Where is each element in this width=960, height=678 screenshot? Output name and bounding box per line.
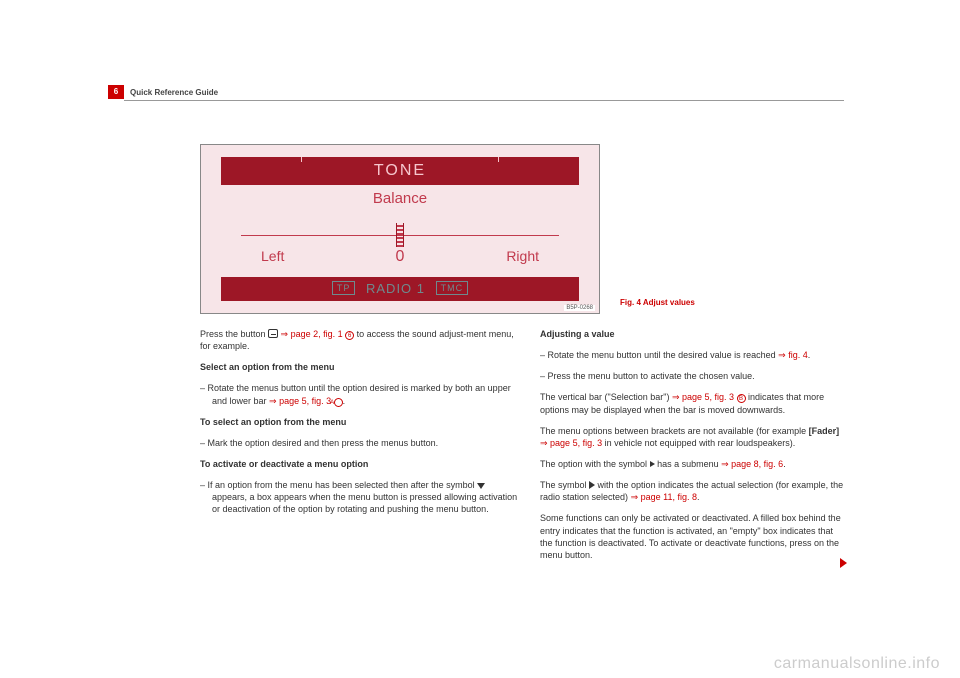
heading-to-select: To select an option from the menu xyxy=(200,416,520,428)
para-activate-info: Some functions can only be activated or … xyxy=(540,512,845,561)
gauge-value: 0 xyxy=(201,248,599,266)
display-bottom-bar: TP RADIO 1 TMC xyxy=(221,277,579,301)
gauge-needle xyxy=(396,223,404,247)
callout-6: 6 xyxy=(345,331,354,340)
callout-a: A xyxy=(334,398,343,407)
tmc-badge: TMC xyxy=(436,281,469,295)
figure-caption: Fig. 4 Adjust values xyxy=(620,298,695,307)
heading-activate: To activate or deactivate a menu option xyxy=(200,458,520,470)
bullet-mark-option: – Mark the option desired and then press… xyxy=(200,437,520,449)
triangle-down-icon xyxy=(477,483,485,489)
page-number: 6 xyxy=(108,85,124,99)
callout-b: B xyxy=(737,394,746,403)
tp-badge: TP xyxy=(332,281,356,295)
left-column: Press the button ⇒ page 2, fig. 1 6 to a… xyxy=(200,328,520,525)
page-title: Quick Reference Guide xyxy=(130,88,218,97)
header-rule xyxy=(124,100,844,101)
display-source: RADIO 1 xyxy=(366,281,425,296)
display-subtitle: Balance xyxy=(201,190,599,207)
continue-arrow-icon xyxy=(840,558,847,568)
para-brackets: The menu options between brackets are no… xyxy=(540,425,845,449)
para-selection-bar: The vertical bar ("Selection bar") ⇒ pag… xyxy=(540,391,845,415)
sound-button-icon xyxy=(268,329,278,338)
heading-select-option: Select an option from the menu xyxy=(200,361,520,373)
bullet-rotate-value: – Rotate the menu button until the desir… xyxy=(540,349,845,361)
para-submenu: The option with the symbol has a submenu… xyxy=(540,458,845,470)
watermark: carmanualsonline.info xyxy=(774,655,940,673)
bullet-rotate-menus: – Rotate the menus button until the opti… xyxy=(200,382,520,406)
bullet-activate: – If an option from the menu has been se… xyxy=(200,479,520,515)
right-column: Adjusting a value – Rotate the menu butt… xyxy=(540,328,845,570)
display-figure: TONE Balance Left 0 Right TP RADIO 1 TMC… xyxy=(200,144,600,314)
gauge-right-label: Right xyxy=(506,248,539,264)
heading-adjusting: Adjusting a value xyxy=(540,328,845,340)
para-selection-symbol: The symbol with the option indicates the… xyxy=(540,479,845,503)
intro-paragraph: Press the button ⇒ page 2, fig. 1 6 to a… xyxy=(200,328,520,352)
image-id: B5P-0268 xyxy=(564,305,595,311)
bullet-press-menu: – Press the menu button to activate the … xyxy=(540,370,845,382)
display-title: TONE xyxy=(221,157,579,185)
